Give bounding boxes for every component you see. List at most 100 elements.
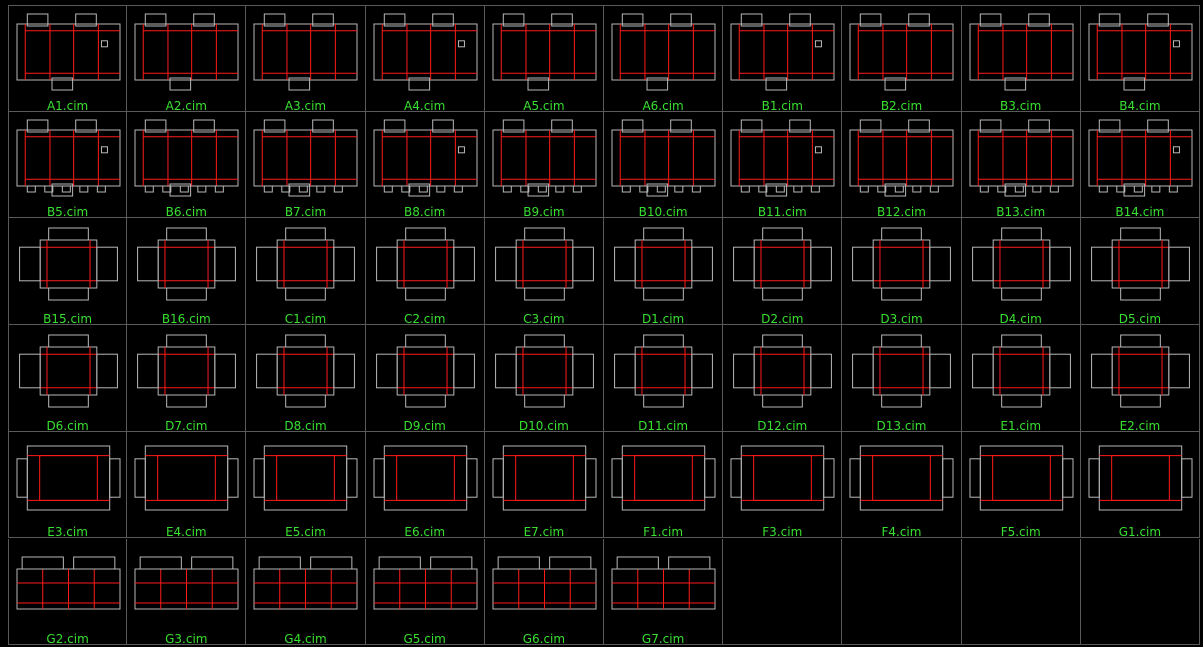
template-cell[interactable]: E1.cim	[961, 325, 1081, 432]
template-filename-label: D1.cim	[641, 312, 685, 326]
template-filename-label: E4.cim	[165, 525, 207, 539]
template-cell[interactable]: B13.cim	[961, 111, 1081, 219]
die-line-thumbnail	[19, 334, 118, 408]
template-cell[interactable]: D7.cim	[127, 325, 247, 432]
template-cell[interactable]: B8.cim	[365, 111, 485, 219]
template-filename-label: G3.cim	[165, 632, 208, 646]
template-filename-label: B13.cim	[996, 205, 1046, 219]
template-cell[interactable]: A1.cim	[8, 5, 128, 112]
template-cell[interactable]: G2.cim	[8, 538, 128, 646]
template-cell[interactable]: B1.cim	[723, 5, 843, 112]
template-cell[interactable]: F5.cim	[961, 431, 1081, 539]
template-cell[interactable]: D6.cim	[8, 325, 128, 432]
die-line-thumbnail	[733, 334, 833, 408]
template-cell[interactable]: B7.cim	[246, 111, 366, 219]
die-line-thumbnail	[614, 227, 713, 301]
template-cell[interactable]: B14.cim	[1080, 111, 1200, 219]
template-cell[interactable]: E2.cim	[1080, 325, 1200, 432]
template-cell[interactable]: B12.cim	[842, 111, 962, 219]
template-cell[interactable]: A5.cim	[484, 5, 604, 112]
template-cell[interactable]: C3.cim	[484, 218, 604, 326]
template-filename-label: B11.cim	[757, 205, 807, 219]
die-line-thumbnail	[730, 445, 835, 511]
template-cell[interactable]: E7.cim	[484, 431, 604, 539]
template-cell[interactable]: B9.cim	[484, 111, 604, 219]
template-cell[interactable]: E6.cim	[365, 431, 485, 539]
template-cell[interactable]: G6.cim	[484, 538, 604, 646]
template-cell[interactable]: D1.cim	[604, 218, 724, 326]
template-cell[interactable]: A6.cim	[604, 5, 724, 112]
template-cell[interactable]: B11.cim	[723, 111, 843, 219]
die-line-thumbnail	[611, 13, 716, 91]
template-cell[interactable]: D13.cim	[842, 325, 962, 432]
die-line-thumbnail	[971, 334, 1071, 408]
template-filename-label: D11.cim	[638, 418, 689, 432]
template-cell[interactable]: E4.cim	[127, 431, 247, 539]
template-cell[interactable]: D11.cim	[604, 325, 724, 432]
template-cell[interactable]: D4.cim	[961, 218, 1081, 326]
template-cell[interactable]: B6.cim	[127, 111, 247, 219]
template-cell[interactable]: B16.cim	[127, 218, 247, 326]
template-cell[interactable]: E3.cim	[8, 431, 128, 539]
template-cell[interactable]: G3.cim	[127, 538, 247, 646]
template-cell[interactable]: D2.cim	[723, 218, 843, 326]
template-cell[interactable]: B3.cim	[961, 5, 1081, 112]
template-cell[interactable]: B4.cim	[1080, 5, 1200, 112]
template-cell[interactable]: B2.cim	[842, 5, 962, 112]
die-line-thumbnail	[730, 119, 835, 197]
template-filename-label: C2.cim	[403, 312, 446, 326]
template-cell[interactable]: G1.cim	[1080, 431, 1200, 539]
die-line-thumbnail	[852, 227, 952, 301]
template-cell[interactable]: C1.cim	[246, 218, 366, 326]
template-cell[interactable]: D10.cim	[484, 325, 604, 432]
template-cell[interactable]: F4.cim	[842, 431, 962, 539]
template-cell[interactable]: F3.cim	[723, 431, 843, 539]
template-cell[interactable]: G7.cim	[604, 538, 724, 646]
template-cell[interactable]: B15.cim	[8, 218, 128, 326]
die-line-thumbnail	[971, 227, 1071, 301]
template-filename-label: G7.cim	[641, 632, 685, 646]
template-cell[interactable]: B5.cim	[8, 111, 128, 219]
template-cell[interactable]: G5.cim	[365, 538, 485, 646]
template-cell[interactable]: D9.cim	[365, 325, 485, 432]
die-line-thumbnail	[256, 227, 356, 301]
template-cell[interactable]: F1.cim	[604, 431, 724, 539]
template-cell[interactable]: D8.cim	[246, 325, 366, 432]
template-cell[interactable]: A4.cim	[365, 5, 485, 112]
template-filename-label: B3.cim	[1000, 98, 1042, 112]
template-cell[interactable]: A2.cim	[127, 5, 247, 112]
template-filename-label: B9.cim	[523, 205, 565, 219]
template-filename-label: B2.cim	[880, 98, 923, 112]
empty-cell	[723, 538, 843, 646]
template-cell[interactable]: C2.cim	[365, 218, 485, 326]
empty-cell	[961, 538, 1081, 646]
template-filename-label: D9.cim	[403, 418, 446, 432]
template-filename-label: A6.cim	[642, 98, 684, 112]
die-line-thumbnail	[611, 445, 716, 511]
die-line-thumbnail	[256, 334, 356, 408]
template-filename-label: G1.cim	[1118, 525, 1162, 539]
template-filename-label: D4.cim	[999, 312, 1042, 326]
template-cell[interactable]: B10.cim	[604, 111, 724, 219]
template-filename-label: E5.cim	[285, 525, 326, 539]
die-line-thumbnail	[611, 556, 716, 609]
template-filename-label: E2.cim	[1119, 418, 1161, 432]
die-line-thumbnail	[730, 13, 835, 91]
template-filename-label: G2.cim	[46, 632, 89, 646]
template-filename-label: B6.cim	[165, 205, 207, 219]
die-line-thumbnail	[373, 13, 478, 91]
template-cell[interactable]: G4.cim	[246, 538, 366, 646]
template-filename-label: D8.cim	[284, 418, 327, 432]
template-cell[interactable]: D3.cim	[842, 218, 962, 326]
die-line-thumbnail	[375, 334, 475, 408]
thumbnail-grid: A1.cim A2.cim A3.cim A4.cim A5.cim A6.cim B1.c…	[8, 5, 1200, 646]
template-cell[interactable]: E5.cim	[246, 431, 366, 539]
template-filename-label: B14.cim	[1115, 205, 1165, 219]
template-cell[interactable]: D5.cim	[1080, 218, 1200, 326]
die-line-thumbnail	[492, 119, 597, 197]
die-line-thumbnail	[849, 13, 954, 91]
template-cell[interactable]: A3.cim	[246, 5, 366, 112]
template-cell[interactable]: D12.cim	[723, 325, 843, 432]
die-line-thumbnail	[16, 13, 121, 91]
template-filename-label: C3.cim	[523, 312, 565, 326]
